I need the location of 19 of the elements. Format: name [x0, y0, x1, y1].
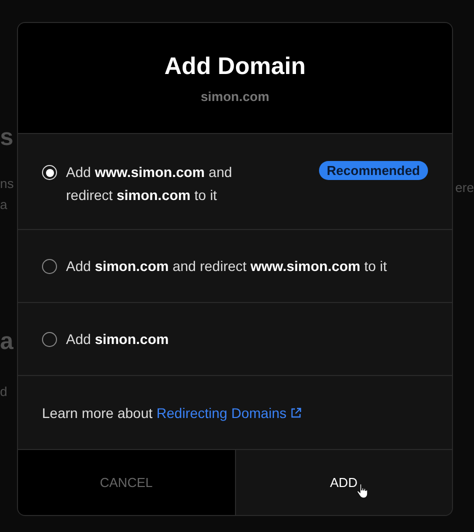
- redirecting-domains-link[interactable]: Redirecting Domains: [156, 404, 286, 420]
- background-text: a: [0, 328, 14, 356]
- radio-button[interactable]: [42, 258, 57, 274]
- background-text: a: [0, 197, 8, 212]
- radio-button[interactable]: [42, 332, 57, 346]
- background-text: ere: [455, 180, 474, 195]
- background-text: d: [0, 384, 8, 399]
- recommended-badge: Recommended: [318, 161, 428, 180]
- cancel-button[interactable]: CANCEL: [18, 450, 236, 515]
- dialog-subtitle: simon.com: [200, 88, 270, 104]
- background-text: s: [0, 124, 14, 152]
- option-label: Add www.simon.com and redirect simon.com to it: [66, 163, 234, 205]
- option-label: Add simon.com and redirect www.simon.com to it: [66, 256, 387, 276]
- background-text: ns: [0, 176, 14, 191]
- hand-cursor-icon: [356, 483, 370, 499]
- external-link-icon: [290, 406, 302, 418]
- learn-more-text: Learn more about: [42, 404, 153, 420]
- option-label: Add simon.com: [66, 330, 169, 348]
- dialog-title: Add Domain: [164, 52, 306, 80]
